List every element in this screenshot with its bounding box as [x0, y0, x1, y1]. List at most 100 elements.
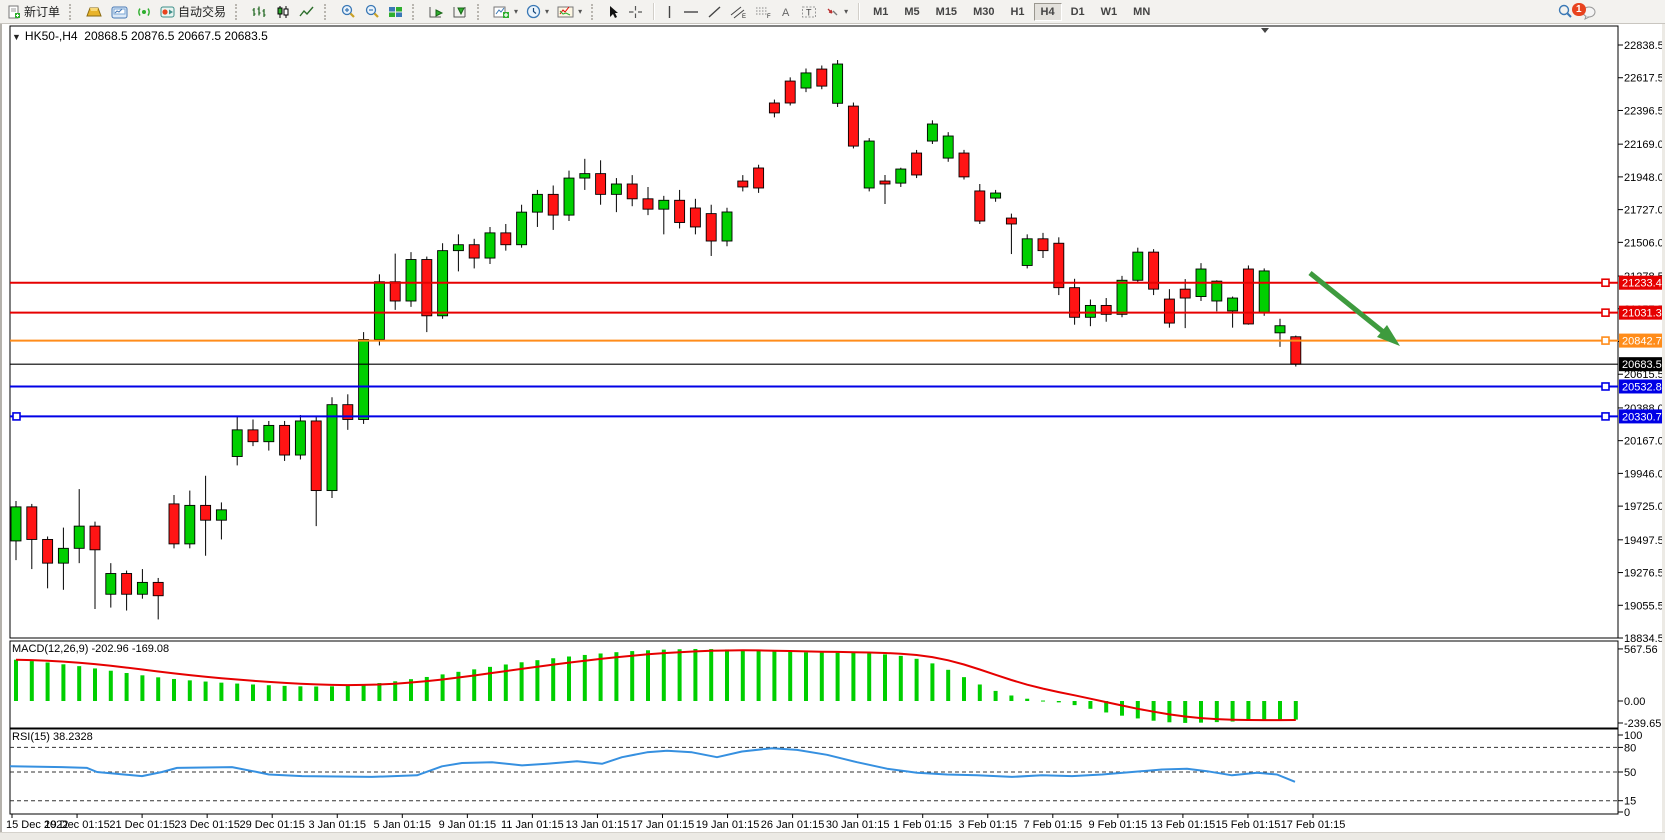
svg-text:-239.65: -239.65: [1624, 718, 1661, 730]
svg-text:E: E: [742, 14, 746, 19]
template-button[interactable]: ▾: [553, 3, 586, 21]
timeframe-w1[interactable]: W1: [1094, 3, 1125, 21]
ohlc-values: 20868.5 20876.5 20667.5 20683.5: [84, 29, 268, 43]
dropdown-caret: ▾: [844, 7, 848, 16]
toolbar-grip: [412, 4, 419, 20]
macd-indicator-label: MACD(12,26,9) -202.96 -169.08: [12, 643, 169, 655]
candlestick-chart-button[interactable]: [271, 3, 295, 21]
crosshair-tool-button[interactable]: [624, 3, 647, 21]
svg-text:22838.5: 22838.5: [1624, 40, 1664, 52]
equidistant-channel-icon: E: [730, 5, 747, 19]
dropdown-caret: ▾: [578, 7, 582, 16]
auto-scroll-icon: [428, 5, 444, 19]
svg-text:F: F: [767, 14, 771, 19]
fibonacci-icon: F: [755, 5, 772, 19]
svg-text:100: 100: [1624, 730, 1642, 742]
terminal-window-button[interactable]: [107, 3, 132, 21]
notification-badge: 1: [1572, 3, 1586, 16]
timeframe-mn[interactable]: MN: [1126, 3, 1157, 21]
line-chart-button[interactable]: [295, 3, 319, 21]
equidistant-channel-tool[interactable]: E: [726, 3, 751, 21]
clock-icon: [526, 4, 541, 19]
bar-chart-button[interactable]: [247, 3, 271, 21]
svg-text:19 Jan 01:15: 19 Jan 01:15: [696, 819, 760, 831]
svg-text:19946.0: 19946.0: [1624, 468, 1664, 480]
gold-ingot-button[interactable]: [81, 3, 107, 21]
svg-text:17 Jan 01:15: 17 Jan 01:15: [631, 819, 695, 831]
arrows-icon: [825, 5, 840, 19]
svg-text:80: 80: [1624, 742, 1636, 754]
timeframe-m1[interactable]: M1: [866, 3, 895, 21]
line-chart-icon: [299, 5, 315, 19]
arrows-tool[interactable]: ▾: [821, 3, 852, 21]
tile-windows-button[interactable]: [384, 3, 407, 21]
svg-text:3 Jan 01:15: 3 Jan 01:15: [309, 819, 367, 831]
chart-shift-icon: [452, 5, 468, 19]
svg-text:22396.5: 22396.5: [1624, 105, 1664, 117]
svg-text:567.56: 567.56: [1624, 644, 1658, 656]
timeframe-m30[interactable]: M30: [966, 3, 1001, 21]
chart-canvas[interactable]: 22838.522617.522396.522169.021948.021727…: [2, 24, 1665, 832]
toolbar-grip: [324, 4, 331, 20]
cursor-icon: [607, 5, 620, 19]
timeframe-m15[interactable]: M15: [929, 3, 964, 21]
toolbar-grip: [235, 4, 242, 20]
search-icon: [1557, 4, 1573, 19]
svg-text:21506.0: 21506.0: [1624, 237, 1664, 249]
new-order-button[interactable]: 新订单: [3, 1, 64, 22]
svg-text:9 Feb 01:15: 9 Feb 01:15: [1088, 819, 1147, 831]
svg-text:21233.4: 21233.4: [1622, 278, 1662, 290]
svg-text:20330.7: 20330.7: [1622, 411, 1662, 423]
text-a-icon: A: [780, 5, 793, 19]
new-order-icon: [7, 5, 21, 19]
svg-text:15 Feb 01:15: 15 Feb 01:15: [1216, 819, 1281, 831]
horizontal-line-tool[interactable]: [679, 3, 703, 21]
svg-text:0.00: 0.00: [1624, 696, 1645, 708]
autotrade-button[interactable]: 自动交易: [156, 1, 230, 22]
svg-text:21 Dec 01:15: 21 Dec 01:15: [109, 819, 174, 831]
timeframe-m5[interactable]: M5: [897, 3, 926, 21]
svg-text:13 Jan 01:15: 13 Jan 01:15: [566, 819, 630, 831]
signal-icon: [136, 5, 152, 19]
trendline-tool[interactable]: [703, 3, 726, 21]
svg-text:3 Feb 01:15: 3 Feb 01:15: [958, 819, 1017, 831]
svg-text:21031.3: 21031.3: [1622, 308, 1662, 320]
text-tool[interactable]: A: [776, 3, 797, 21]
bar-chart-icon: [251, 5, 267, 19]
svg-text:20167.0: 20167.0: [1624, 436, 1664, 448]
svg-text:22617.5: 22617.5: [1624, 73, 1664, 85]
vertical-line-tool[interactable]: [660, 3, 679, 21]
timeframe-group: M1 M5 M15 M30 H1 H4 D1 W1 MN: [862, 0, 1161, 23]
chart-shift-button[interactable]: [448, 3, 472, 21]
rsi-indicator-label: RSI(15) 38.2328: [12, 731, 93, 743]
timeframe-h4[interactable]: H4: [1034, 3, 1062, 21]
svg-text:7 Feb 01:15: 7 Feb 01:15: [1023, 819, 1082, 831]
text-label-tool[interactable]: T: [797, 3, 821, 21]
main-toolbar: 新订单 自动交易 ▾ ▾ ▾: [0, 0, 1665, 24]
cursor-tool-button[interactable]: [603, 3, 624, 21]
zoom-in-button[interactable]: [336, 2, 360, 21]
notifications-button[interactable]: 1: [1577, 2, 1603, 22]
svg-text:17 Feb 01:15: 17 Feb 01:15: [1281, 819, 1346, 831]
toolbar-grip: [477, 4, 484, 20]
collapse-triangle-icon[interactable]: ▼: [12, 32, 21, 42]
timeframe-h1[interactable]: H1: [1003, 3, 1031, 21]
auto-scroll-button[interactable]: [424, 3, 448, 21]
vertical-line-icon: [664, 5, 675, 19]
fibonacci-tool[interactable]: F: [751, 3, 776, 21]
svg-text:29 Dec 01:15: 29 Dec 01:15: [239, 819, 304, 831]
candlestick-chart-icon: [275, 5, 291, 19]
timeframe-d1[interactable]: D1: [1064, 3, 1092, 21]
svg-text:21948.0: 21948.0: [1624, 172, 1664, 184]
zoom-out-button[interactable]: [360, 2, 384, 21]
periods-button[interactable]: ▾: [522, 2, 553, 21]
svg-text:21727.0: 21727.0: [1624, 205, 1664, 217]
svg-text:20683.5: 20683.5: [1622, 359, 1662, 371]
chart-title: ▼HK50-,H4 20868.5 20876.5 20667.5 20683.…: [12, 29, 268, 43]
add-indicator-button[interactable]: ▾: [489, 3, 522, 21]
svg-text:A: A: [782, 7, 790, 19]
signal-button[interactable]: [132, 3, 156, 21]
gold-ingot-icon: [85, 5, 103, 19]
terminal-window-icon: [111, 5, 128, 19]
autotrade-icon: [160, 5, 175, 19]
